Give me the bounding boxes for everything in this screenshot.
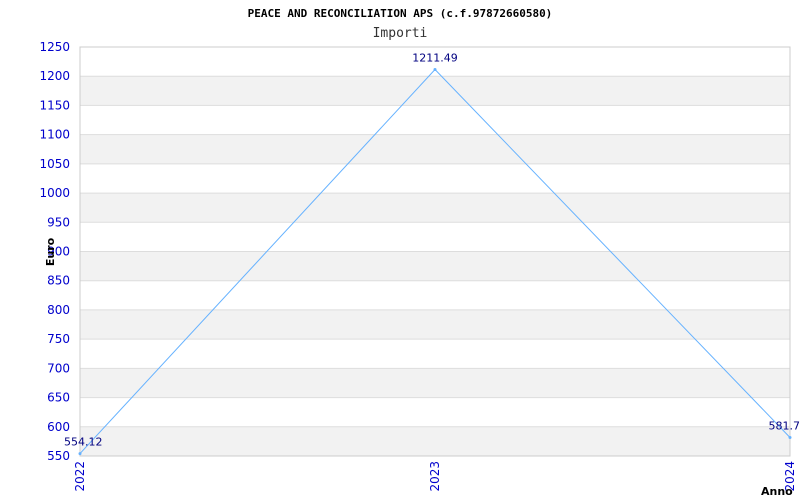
y-tick-label: 950: [47, 215, 70, 229]
data-point: [78, 452, 82, 456]
data-label: 554.12: [64, 436, 103, 449]
y-axis-label: Euro: [44, 237, 57, 266]
grid-band: [80, 368, 790, 398]
x-tick-label: 2023: [428, 461, 442, 492]
grid-band: [80, 134, 790, 164]
y-tick-label: 800: [47, 303, 70, 317]
y-tick-label: 1150: [39, 98, 70, 112]
y-tick-label: 600: [47, 420, 70, 434]
x-axis-ticks: 2022 2023 2024: [73, 461, 797, 492]
y-tick-label: 1000: [39, 186, 70, 200]
x-axis-label: Anno: [761, 485, 793, 498]
chart: PEACE AND RECONCILIATION APS (c.f.978726…: [39, 7, 800, 498]
data-label: 581.7: [769, 419, 800, 432]
grid-band: [80, 309, 790, 340]
chart-title: PEACE AND RECONCILIATION APS (c.f.978726…: [248, 7, 553, 20]
plot-bands: [80, 76, 790, 456]
data-point: [433, 68, 437, 72]
y-tick-label: 550: [47, 449, 70, 463]
y-tick-label: 650: [47, 391, 70, 405]
y-tick-label: 750: [47, 332, 70, 346]
y-tick-label: 850: [47, 274, 70, 288]
x-tick-label: 2022: [73, 461, 87, 492]
data-point: [788, 435, 792, 439]
y-tick-label: 1050: [39, 157, 70, 171]
y-tick-label: 1200: [39, 69, 70, 83]
grid-band: [80, 76, 790, 106]
y-tick-label: 700: [47, 361, 70, 375]
grid-band: [80, 251, 790, 281]
y-tick-label: 1250: [39, 40, 70, 54]
grid-band: [80, 193, 790, 223]
data-label: 1211.49: [412, 52, 458, 65]
chart-subtitle: Importi: [373, 26, 428, 41]
grid-band: [80, 426, 790, 456]
y-tick-label: 1100: [39, 128, 70, 142]
